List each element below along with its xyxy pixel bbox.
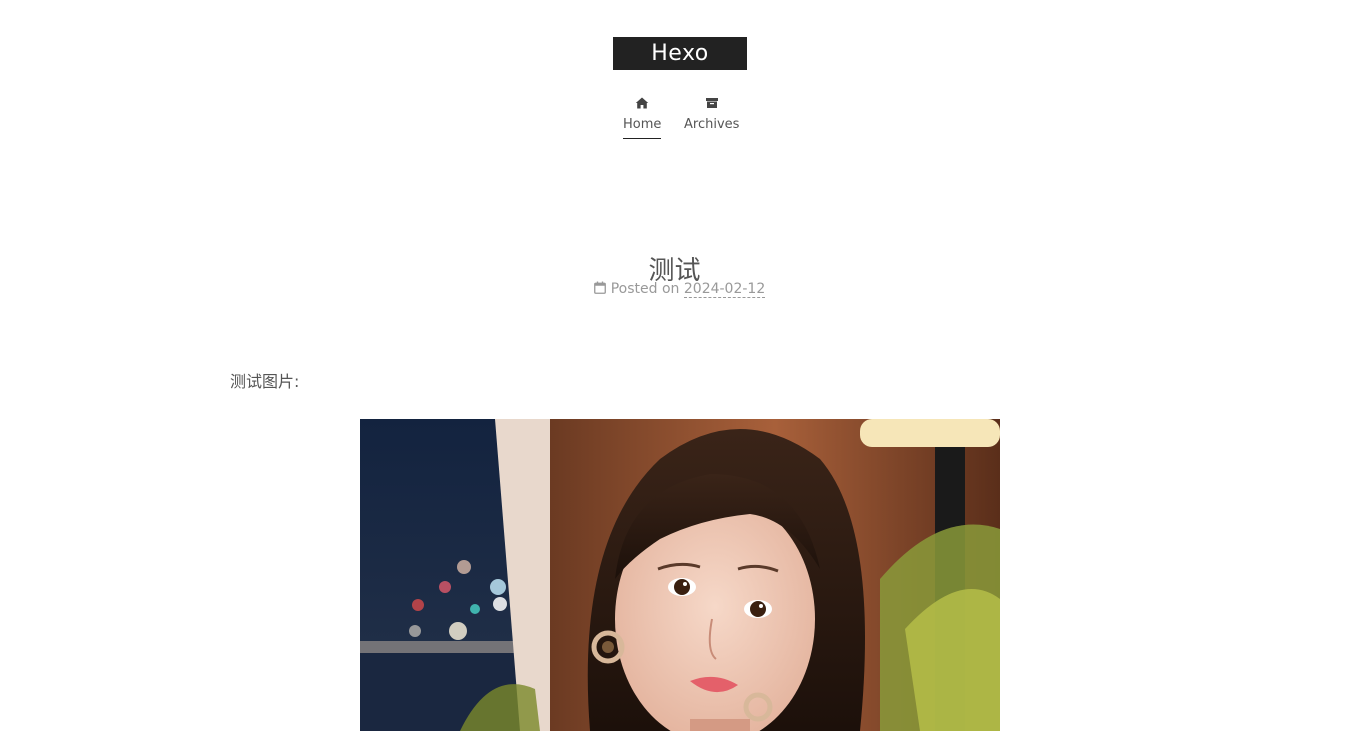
site-brand[interactable]: Hexo bbox=[613, 37, 747, 70]
post-date[interactable]: 2024-02-12 bbox=[683, 281, 766, 298]
archive-icon bbox=[705, 95, 719, 109]
menu-item-home-label: Home bbox=[623, 115, 661, 139]
home-icon bbox=[635, 95, 649, 109]
post-body-text: 测试图片: bbox=[230, 372, 300, 391]
page: Hexo Home Archives 测试 Posted on 2024-02-… bbox=[0, 0, 1349, 731]
post-meta: Posted on 2024-02-12 bbox=[0, 278, 1349, 300]
menu-item-archives-label: Archives bbox=[684, 117, 740, 132]
calendar-icon bbox=[593, 279, 606, 294]
menu-item-home[interactable]: Home bbox=[623, 95, 661, 139]
post-meta-label: Posted on bbox=[610, 281, 680, 297]
menu-item-archives[interactable]: Archives bbox=[684, 95, 739, 138]
post-image bbox=[360, 419, 1000, 731]
